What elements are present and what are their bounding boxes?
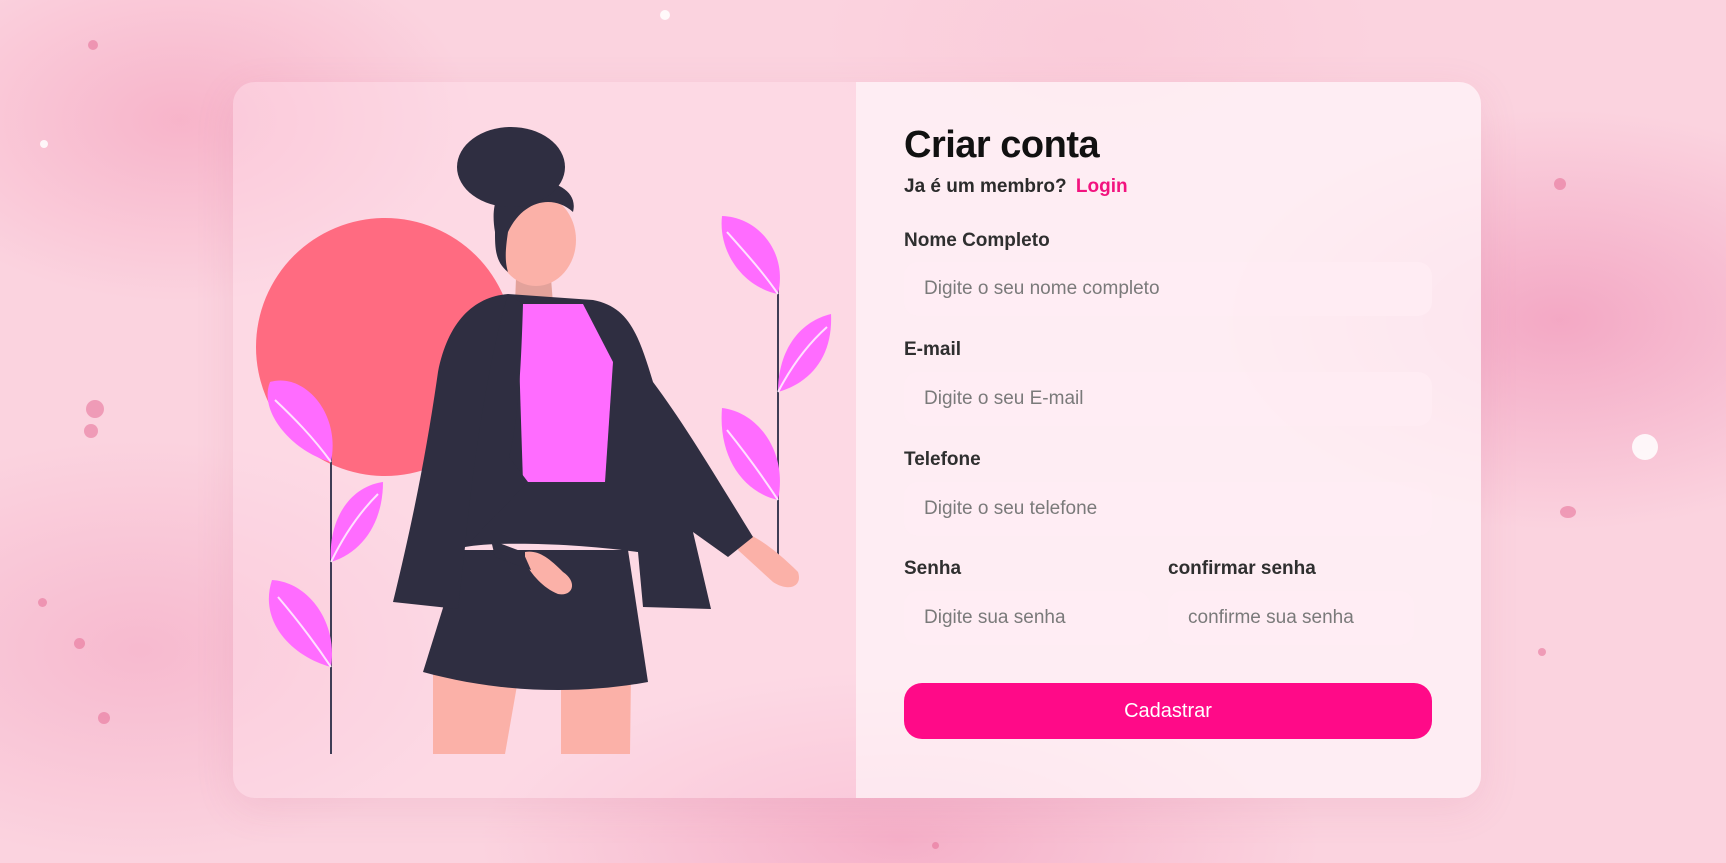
background-speck xyxy=(38,598,47,607)
confirm-password-label: confirmar senha xyxy=(1168,558,1316,579)
woman-with-plants-illustration xyxy=(256,127,832,754)
page-title: Criar conta xyxy=(904,124,1100,166)
background-speck xyxy=(932,842,939,849)
email-input[interactable] xyxy=(904,372,1432,426)
background-speck xyxy=(1554,178,1566,190)
background-speck xyxy=(1538,648,1546,656)
full-name-input[interactable] xyxy=(904,262,1432,316)
background-speck xyxy=(660,10,670,20)
member-prompt: Ja é um membro? Login xyxy=(904,176,1128,198)
background-speck xyxy=(98,712,110,724)
background-speck xyxy=(74,638,85,649)
password-input[interactable] xyxy=(904,591,1150,645)
illustration-panel xyxy=(233,82,856,798)
login-link[interactable]: Login xyxy=(1076,176,1128,197)
member-prompt-text: Ja é um membro? xyxy=(904,176,1067,197)
background-speck xyxy=(1560,506,1576,518)
full-name-label: Nome Completo xyxy=(904,230,1050,251)
signup-card: Criar conta Ja é um membro? Login Nome C… xyxy=(233,82,1481,798)
background-speck xyxy=(86,400,104,418)
background-speck xyxy=(84,424,98,438)
background-speck xyxy=(1632,434,1658,460)
background-speck xyxy=(88,40,98,50)
phone-input[interactable] xyxy=(904,482,1432,536)
confirm-password-input[interactable] xyxy=(1168,591,1414,645)
submit-button[interactable]: Cadastrar xyxy=(904,683,1432,739)
signup-form-panel: Criar conta Ja é um membro? Login Nome C… xyxy=(856,82,1481,798)
phone-label: Telefone xyxy=(904,449,981,470)
password-label: Senha xyxy=(904,558,962,579)
background-speck xyxy=(40,140,48,148)
email-label: E-mail xyxy=(904,339,962,360)
